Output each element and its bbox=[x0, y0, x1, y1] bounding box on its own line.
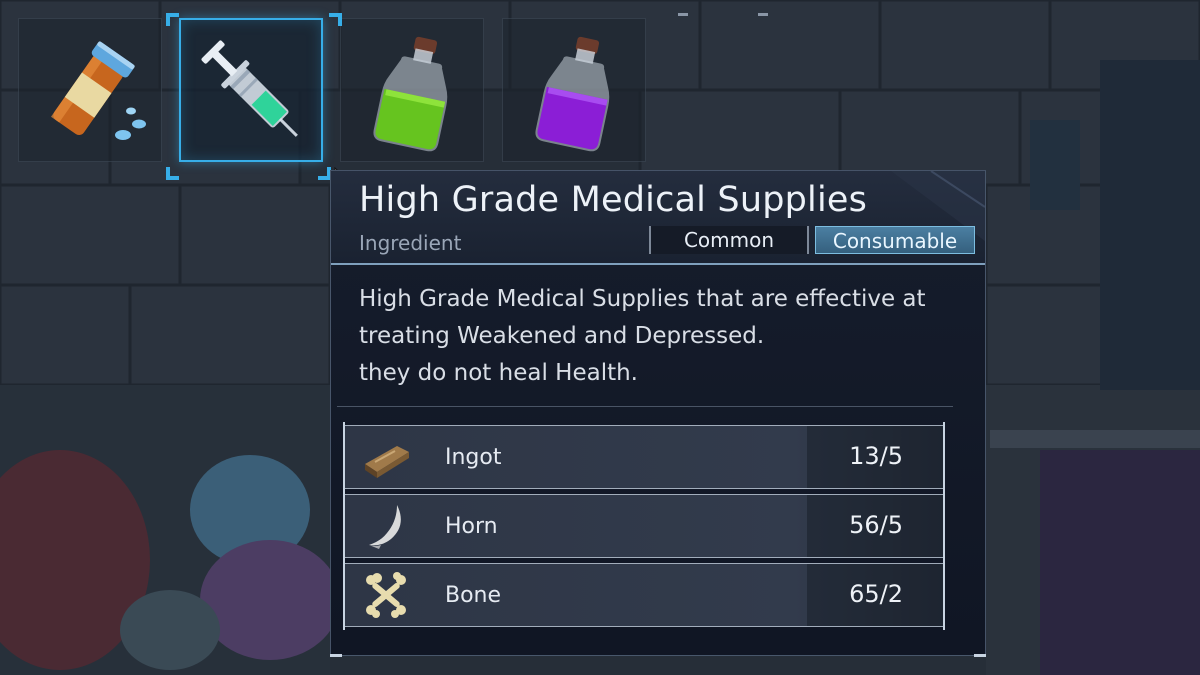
material-row-horn: Horn 56/5 bbox=[343, 491, 945, 561]
material-quantity: 13/5 bbox=[849, 442, 903, 470]
horn-icon bbox=[369, 505, 401, 549]
material-quantity: 56/5 bbox=[849, 511, 903, 539]
row-edge-mark bbox=[943, 491, 945, 561]
rarity-badge: Common bbox=[649, 226, 809, 254]
row-edge-mark bbox=[943, 422, 945, 492]
tooltip-corner-tick bbox=[330, 654, 342, 657]
slot-divider-tick bbox=[758, 13, 768, 16]
material-name: Ingot bbox=[445, 445, 502, 470]
item-tooltip: High Grade Medical Supplies Ingredient C… bbox=[330, 170, 986, 656]
section-divider bbox=[337, 406, 953, 407]
inventory-slot-pill-bottle[interactable] bbox=[18, 18, 162, 162]
syringe-icon bbox=[201, 40, 298, 137]
description-line: treating Weakened and Depressed. bbox=[359, 323, 765, 349]
material-row-bone: Bone 65/2 bbox=[343, 560, 945, 630]
selection-corner bbox=[166, 167, 179, 180]
row-edge-mark bbox=[343, 422, 345, 492]
material-quantity: 65/2 bbox=[849, 580, 903, 608]
tooltip-corner-tick bbox=[974, 654, 986, 657]
green-potion-icon bbox=[373, 36, 448, 152]
inventory-slot-syringe[interactable] bbox=[179, 18, 323, 162]
selection-corner bbox=[166, 13, 179, 26]
pill-bottle-icon bbox=[51, 41, 146, 140]
item-title: High Grade Medical Supplies bbox=[359, 180, 868, 220]
inventory-slot-green-potion[interactable] bbox=[340, 18, 484, 162]
item-description: High Grade Medical Supplies that are eff… bbox=[359, 281, 969, 392]
description-line: High Grade Medical Supplies that are eff… bbox=[359, 286, 926, 312]
material-name: Bone bbox=[445, 583, 502, 608]
bone-icon bbox=[366, 572, 406, 618]
tooltip-header: High Grade Medical Supplies Ingredient C… bbox=[331, 171, 985, 265]
selection-corner bbox=[329, 13, 342, 26]
material-row-ingot: Ingot 13/5 bbox=[343, 422, 945, 492]
description-line: they do not heal Health. bbox=[359, 360, 638, 386]
ingot-icon bbox=[365, 446, 409, 478]
material-name: Horn bbox=[445, 514, 498, 539]
row-edge-mark bbox=[943, 560, 945, 630]
category-badge: Consumable bbox=[815, 226, 975, 254]
item-subtype: Ingredient bbox=[359, 231, 462, 255]
inventory-slot-purple-potion[interactable] bbox=[502, 18, 646, 162]
row-edge-mark bbox=[343, 560, 345, 630]
row-edge-mark bbox=[343, 491, 345, 561]
slot-divider-tick bbox=[678, 13, 688, 16]
purple-potion-icon bbox=[535, 36, 610, 152]
